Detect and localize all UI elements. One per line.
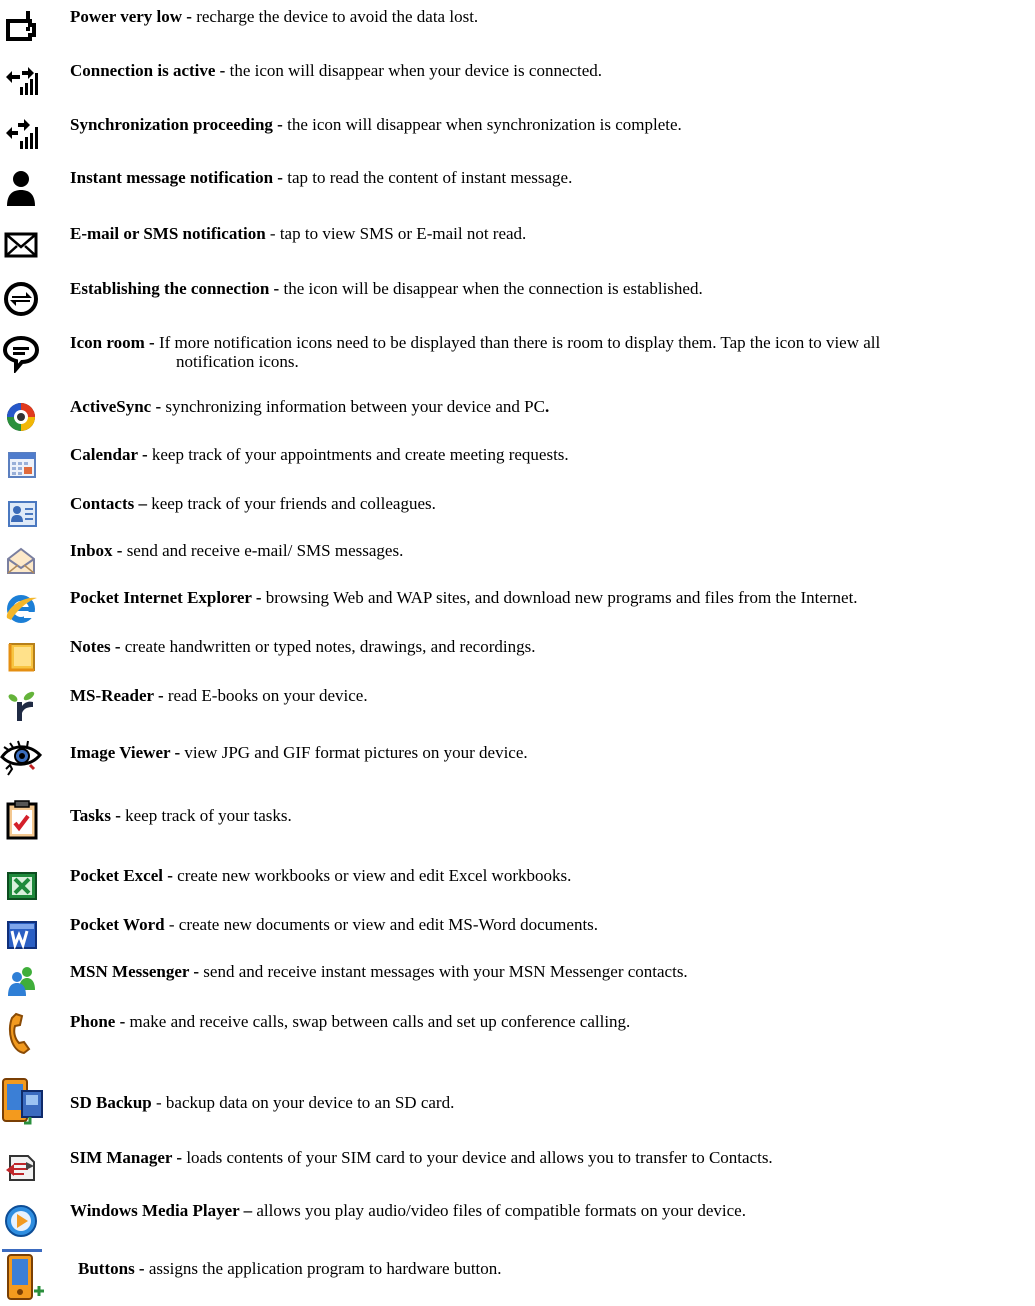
entry-title: Tasks - bbox=[70, 806, 121, 825]
entry-title: Windows Media Player – bbox=[70, 1201, 253, 1220]
entry-description: read E-books on your device. bbox=[163, 686, 368, 705]
entry-description: allows you play audio/video files of com… bbox=[252, 1201, 746, 1220]
entry-description: If more notification icons need to be di… bbox=[154, 333, 881, 352]
entry-title: Establishing the connection - bbox=[70, 279, 280, 298]
entry-description: view JPG and GIF format pictures on your… bbox=[180, 743, 528, 762]
entry-description: create handwritten or typed notes, drawi… bbox=[120, 637, 536, 656]
entry-title: MSN Messenger - bbox=[70, 962, 200, 981]
entry-title: Inbox - bbox=[70, 541, 123, 560]
entry-title: MS-Reader - bbox=[70, 686, 164, 705]
entry-title: Connection is active - bbox=[70, 61, 226, 80]
entry-title: Pocket Excel - bbox=[70, 866, 173, 885]
phone-handset-icon bbox=[2, 1010, 42, 1056]
speech-bubble-icon bbox=[2, 333, 42, 373]
entry-title: Contacts – bbox=[70, 494, 147, 513]
entry-title: Power very low - bbox=[70, 7, 192, 26]
activesync-icon bbox=[2, 397, 42, 437]
msn-messenger-icon bbox=[2, 962, 42, 1002]
entry-title: Buttons - bbox=[78, 1259, 145, 1278]
sync-proceeding-icon bbox=[2, 115, 42, 155]
entry-description: loads contents of your SIM card to your … bbox=[182, 1148, 773, 1167]
sd-backup-icon bbox=[0, 1073, 46, 1127]
calendar-icon bbox=[2, 445, 42, 485]
image-viewer-eye-icon bbox=[0, 735, 44, 783]
entry-title: Phone - bbox=[70, 1012, 126, 1031]
entry-title: SIM Manager - bbox=[70, 1148, 183, 1167]
inbox-icon bbox=[2, 541, 42, 581]
entry-description: assigns the application program to hardw… bbox=[144, 1259, 502, 1278]
entry-description: keep track of your appointments and crea… bbox=[147, 445, 569, 464]
entry-description: - create new documents or view and edit … bbox=[164, 915, 599, 934]
entry-description: send and receive instant messages with y… bbox=[199, 962, 688, 981]
entry-description: keep track of your tasks. bbox=[120, 806, 292, 825]
entry-description: the icon will be disappear when the conn… bbox=[279, 279, 703, 298]
battery-low-icon bbox=[2, 7, 42, 47]
entry-title: SD Backup bbox=[70, 1093, 152, 1112]
pocket-excel-icon bbox=[2, 866, 42, 906]
entry-description: tap to read the content of instant messa… bbox=[282, 168, 573, 187]
entry-description: recharge the device to avoid the data lo… bbox=[191, 7, 479, 26]
media-player-icon bbox=[2, 1201, 42, 1241]
pocket-word-icon bbox=[2, 915, 42, 955]
entry-title: Instant message notification - bbox=[70, 168, 283, 187]
entry-description: send and receive e-mail/ SMS messages. bbox=[122, 541, 404, 560]
entry-description: keep track of your friends and colleague… bbox=[146, 494, 436, 513]
entry-description: - backup data on your device to an SD ca… bbox=[151, 1093, 455, 1112]
entry-description: make and receive calls, swap between cal… bbox=[125, 1012, 631, 1031]
ms-reader-icon bbox=[2, 686, 42, 726]
buttons-device-icon bbox=[0, 1247, 48, 1303]
entry-description: the icon will disappear when synchroniza… bbox=[282, 115, 682, 134]
entry-title: Pocket Internet Explorer - bbox=[70, 588, 262, 607]
entry-description-continued: notification icons. bbox=[176, 352, 299, 371]
notes-icon bbox=[2, 637, 42, 677]
entry-description: - tap to view SMS or E-mail not read. bbox=[265, 224, 527, 243]
entry-description: create new workbooks or view and edit Ex… bbox=[172, 866, 572, 885]
entry-description: the icon will disappear when your device… bbox=[225, 61, 603, 80]
connection-active-icon bbox=[2, 61, 42, 101]
entry-title: ActiveSync - bbox=[70, 397, 162, 416]
entry-title: Image Viewer - bbox=[70, 743, 181, 762]
entry-description: synchronizing information between your d… bbox=[161, 397, 545, 416]
entry-description: browsing Web and WAP sites, and download… bbox=[261, 588, 858, 607]
entry-title: Icon room - bbox=[70, 333, 155, 352]
entry-title: Pocket Word bbox=[70, 915, 165, 934]
entry-title: E-mail or SMS notification bbox=[70, 224, 266, 243]
sim-manager-icon bbox=[2, 1148, 42, 1188]
contacts-icon bbox=[2, 494, 42, 534]
entry-title: Synchronization proceeding - bbox=[70, 115, 283, 134]
establishing-connection-icon bbox=[2, 279, 42, 319]
internet-explorer-icon bbox=[2, 588, 42, 628]
entry-title: Calendar - bbox=[70, 445, 148, 464]
envelope-icon bbox=[2, 224, 42, 264]
tasks-clipboard-icon bbox=[2, 798, 42, 842]
entry-title: Notes - bbox=[70, 637, 121, 656]
instant-message-icon bbox=[2, 168, 42, 208]
entry-description-period: . bbox=[544, 397, 550, 416]
